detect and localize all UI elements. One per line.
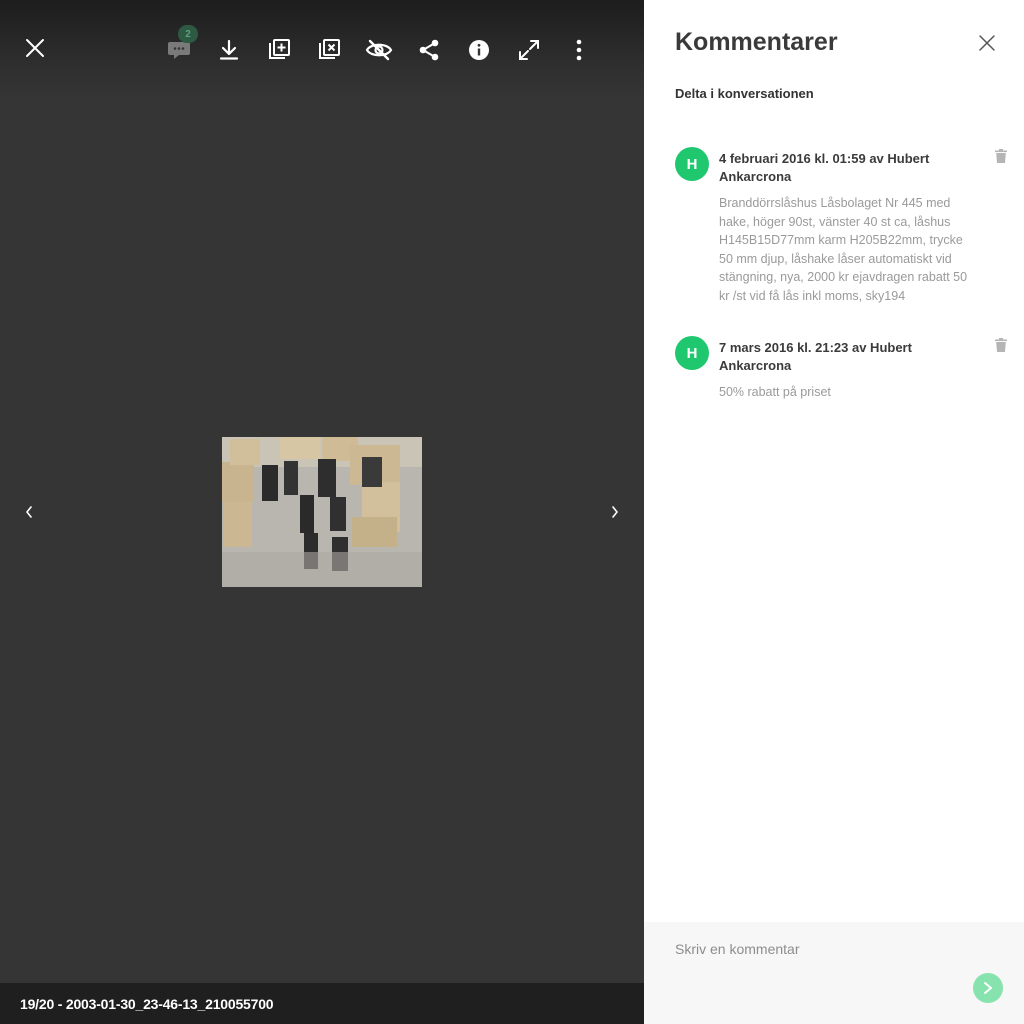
- image-viewer: 2 19/20 - 2003-01-30_23-46-13_210055700: [0, 0, 644, 1024]
- next-image-button[interactable]: [603, 500, 627, 524]
- more-vertical-icon: [576, 39, 582, 61]
- caption-bar: 19/20 - 2003-01-30_23-46-13_210055700: [0, 983, 644, 1024]
- close-viewer-button[interactable]: [19, 32, 51, 64]
- fullscreen-icon: [519, 40, 539, 60]
- comment-composer: [644, 922, 1024, 1024]
- comment-meta: 7 mars 2016 kl. 21:23 av Hubert Ankarcro…: [719, 340, 912, 373]
- eye-off-icon: [365, 39, 393, 61]
- download-icon: [219, 39, 239, 60]
- file-caption: 19/20 - 2003-01-30_23-46-13_210055700: [20, 995, 274, 1012]
- avatar: H: [675, 147, 709, 181]
- remove-from-album-icon: [319, 39, 340, 59]
- share-icon: [419, 39, 439, 61]
- remove-from-album-button[interactable]: [313, 34, 345, 66]
- hide-button[interactable]: [363, 34, 395, 66]
- previous-image-button[interactable]: [17, 500, 41, 524]
- comment-meta: 4 februari 2016 kl. 01:59 av Hubert Anka…: [719, 151, 930, 184]
- close-icon: [979, 35, 995, 51]
- comment-item: H 4 februari 2016 kl. 01:59 av Hubert An…: [675, 147, 1015, 307]
- trash-icon: [995, 338, 1007, 352]
- chevron-left-icon: [25, 506, 32, 518]
- share-button[interactable]: [413, 34, 445, 66]
- comment-input[interactable]: [664, 934, 984, 964]
- chevron-right-icon: [984, 982, 992, 994]
- download-button[interactable]: [213, 34, 245, 66]
- photo-image: [222, 437, 422, 587]
- comment-text: Branddörrslåshus Låsbolaget Nr 445 med h…: [719, 196, 968, 303]
- fullscreen-button[interactable]: [513, 34, 545, 66]
- more-options-button[interactable]: [563, 34, 595, 66]
- trash-icon: [995, 149, 1007, 163]
- avatar: H: [675, 336, 709, 370]
- comment-item: H 7 mars 2016 kl. 21:23 av Hubert Ankarc…: [675, 336, 1015, 406]
- add-to-album-icon: [269, 39, 290, 59]
- info-button[interactable]: [463, 34, 495, 66]
- delete-comment-button[interactable]: [995, 149, 1011, 167]
- comment-text: 50% rabatt på priset: [719, 385, 831, 399]
- info-icon: [469, 40, 489, 60]
- delete-comment-button[interactable]: [995, 338, 1011, 356]
- photo: [222, 437, 422, 587]
- viewer-toolbar: 2: [0, 0, 644, 100]
- panel-subtitle: Delta i konversationen: [675, 86, 814, 101]
- chevron-right-icon: [612, 506, 619, 518]
- comment-count-badge: 2: [178, 25, 198, 43]
- add-to-album-button[interactable]: [263, 34, 295, 66]
- comments-panel: Kommentarer Delta i konversationen H 4 f…: [644, 0, 1024, 1024]
- panel-title: Kommentarer: [675, 28, 838, 56]
- send-comment-button[interactable]: [973, 973, 1003, 1003]
- close-panel-button[interactable]: [975, 31, 999, 55]
- close-icon: [26, 39, 44, 57]
